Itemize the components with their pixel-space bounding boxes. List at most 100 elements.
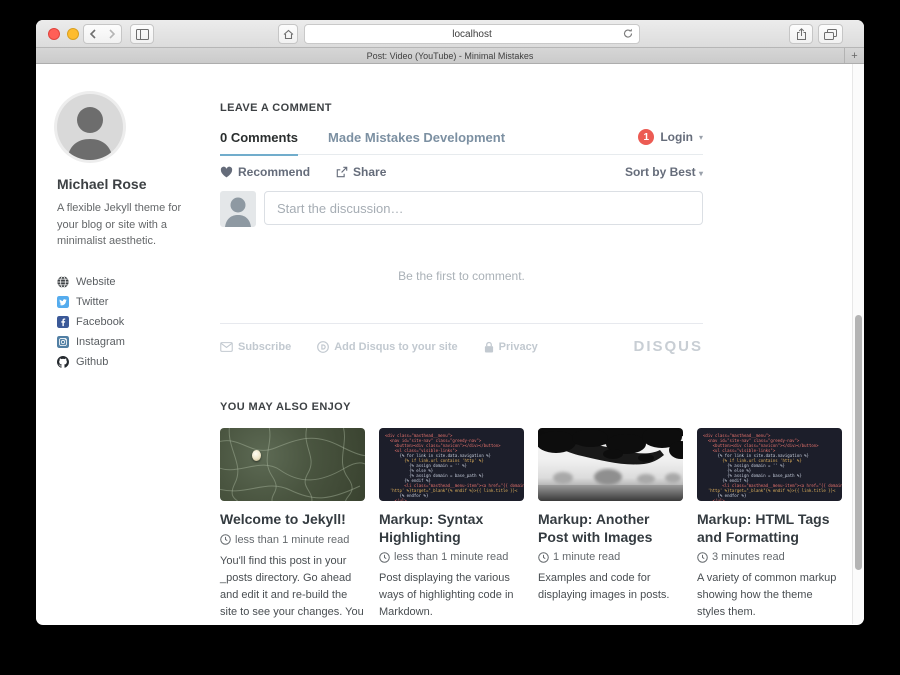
github-icon: [57, 356, 69, 368]
related-card[interactable]: <div class="masthead__menu"> <nav id="si…: [697, 428, 842, 624]
sidebar-link-instagram[interactable]: Instagram: [57, 332, 187, 352]
home-button[interactable]: [278, 24, 298, 44]
sidebar-link-twitter[interactable]: Twitter: [57, 292, 187, 312]
white-sphere: [252, 450, 261, 461]
read-time: 1 minute read: [538, 551, 683, 563]
sidebar-link-label: Github: [76, 356, 108, 368]
page-content: Michael Rose A flexible Jekyll theme for…: [36, 64, 864, 624]
person-silhouette-icon: [220, 191, 256, 227]
chevron-down-icon: ▾: [699, 133, 703, 142]
reload-icon: [623, 28, 633, 39]
share-button[interactable]: [789, 24, 813, 44]
divider: [220, 323, 703, 324]
heart-icon: [220, 166, 233, 178]
disqus-actions: Recommend Share Sort by Best ▾: [220, 155, 703, 181]
sidebar-link-github[interactable]: Github: [57, 352, 187, 372]
chevron-down-icon: ▾: [699, 169, 703, 178]
privacy-link[interactable]: Privacy: [484, 341, 538, 353]
browser-window: localhost Post: Video (YouTube) - Minima…: [36, 20, 864, 625]
post-thumbnail-tree-fog: [538, 428, 683, 501]
post-excerpt: You'll find this post in your _posts dir…: [220, 553, 365, 625]
minimize-window-button[interactable]: [67, 28, 79, 40]
tree-silhouette: [538, 428, 683, 501]
author-sidebar: Michael Rose A flexible Jekyll theme for…: [57, 94, 187, 372]
author-bio: A flexible Jekyll theme for your blog or…: [57, 200, 187, 250]
related-card[interactable]: <div class="masthead__menu"> <nav id="si…: [379, 428, 524, 624]
notification-badge: 1: [638, 129, 654, 145]
titlebar: localhost: [36, 20, 864, 48]
sidebar-link-label: Instagram: [76, 336, 125, 348]
close-window-button[interactable]: [48, 28, 60, 40]
tab-overview-button[interactable]: [818, 24, 843, 44]
related-cards: Welcome to Jekyll! less than 1 minute re…: [220, 428, 842, 624]
post-title[interactable]: Welcome to Jekyll!: [220, 511, 365, 529]
post-thumbnail-code: <div class="masthead__menu"> <nav id="si…: [697, 428, 842, 501]
read-time: less than 1 minute read: [220, 534, 365, 546]
sort-label: Sort by Best: [625, 165, 696, 179]
tabs-icon: [824, 29, 837, 40]
privacy-label: Privacy: [499, 341, 538, 353]
scrollbar-track: [852, 64, 864, 624]
related-card[interactable]: Markup: Another Post with Images 1 minut…: [538, 428, 683, 624]
subscribe-link[interactable]: Subscribe: [220, 341, 291, 353]
add-disqus-label: Add Disqus to your site: [334, 341, 457, 353]
sidebar-link-website[interactable]: Website: [57, 272, 187, 292]
author-avatar: [57, 94, 123, 160]
person-silhouette-icon: [57, 94, 123, 160]
share-icon: [796, 28, 807, 41]
clock-icon: [379, 552, 390, 563]
url-text: localhost: [452, 29, 491, 40]
sidebar-link-label: Twitter: [76, 296, 108, 308]
read-time: less than 1 minute read: [379, 551, 524, 563]
new-tab-button[interactable]: +: [844, 48, 864, 63]
comments-heading: LEAVE A COMMENT: [220, 102, 842, 114]
share-comments-button[interactable]: Share: [336, 165, 386, 179]
chevron-left-icon: [89, 29, 97, 39]
recommend-label: Recommend: [238, 165, 310, 179]
twitter-icon: [57, 296, 69, 308]
add-disqus-link[interactable]: Add Disqus to your site: [317, 341, 457, 353]
sidebar-link-facebook[interactable]: Facebook: [57, 312, 187, 332]
read-time-label: less than 1 minute read: [235, 534, 349, 546]
post-title[interactable]: Markup: HTML Tags and Formatting: [697, 511, 842, 546]
disqus-logo[interactable]: DISQUS: [633, 338, 703, 355]
sort-by-best-dropdown[interactable]: Sort by Best ▾: [625, 165, 703, 179]
texture-lines: [220, 428, 365, 501]
read-time-label: 1 minute read: [553, 551, 620, 563]
reload-button[interactable]: [623, 28, 633, 42]
channel-link[interactable]: Made Mistakes Development: [328, 130, 505, 145]
clock-icon: [220, 534, 231, 545]
facebook-icon: [57, 316, 69, 328]
main-column: LEAVE A COMMENT 0 Comments Made Mistakes…: [220, 102, 842, 624]
active-tab[interactable]: Post: Video (YouTube) - Minimal Mistakes: [367, 51, 534, 61]
sidebar-toggle-button[interactable]: [130, 24, 154, 44]
address-bar[interactable]: localhost: [304, 24, 640, 44]
clock-icon: [697, 552, 708, 563]
back-button[interactable]: [83, 24, 103, 44]
login-control[interactable]: 1 Login ▾: [638, 129, 703, 145]
post-excerpt: A variety of common markup showing how t…: [697, 570, 842, 621]
sidebar-link-label: Facebook: [76, 316, 124, 328]
post-title[interactable]: Markup: Syntax Highlighting: [379, 511, 524, 546]
related-posts-section: YOU MAY ALSO ENJOY: [220, 401, 842, 624]
sidebar-link-label: Website: [76, 276, 116, 288]
recommend-button[interactable]: Recommend: [220, 165, 310, 179]
read-time-label: less than 1 minute read: [394, 551, 508, 563]
instagram-icon: [57, 336, 69, 348]
post-excerpt: Post displaying the various ways of high…: [379, 570, 524, 621]
forward-button[interactable]: [102, 24, 122, 44]
clock-icon: [538, 552, 549, 563]
related-card[interactable]: Welcome to Jekyll! less than 1 minute re…: [220, 428, 365, 624]
disqus-footer: Subscribe Add Disqus to your site Privac…: [220, 338, 703, 355]
disqus-widget: 0 Comments Made Mistakes Development 1 L…: [220, 129, 703, 355]
disqus-d-icon: [317, 341, 329, 353]
author-name: Michael Rose: [57, 176, 187, 192]
share-arrow-icon: [336, 166, 348, 178]
globe-icon: [57, 276, 69, 288]
comment-composer: [220, 191, 703, 227]
comment-input[interactable]: [264, 191, 703, 225]
post-title[interactable]: Markup: Another Post with Images: [538, 511, 683, 546]
subscribe-label: Subscribe: [238, 341, 291, 353]
scrollbar-thumb[interactable]: [855, 315, 862, 570]
tab-comments-count[interactable]: 0 Comments: [220, 130, 298, 145]
